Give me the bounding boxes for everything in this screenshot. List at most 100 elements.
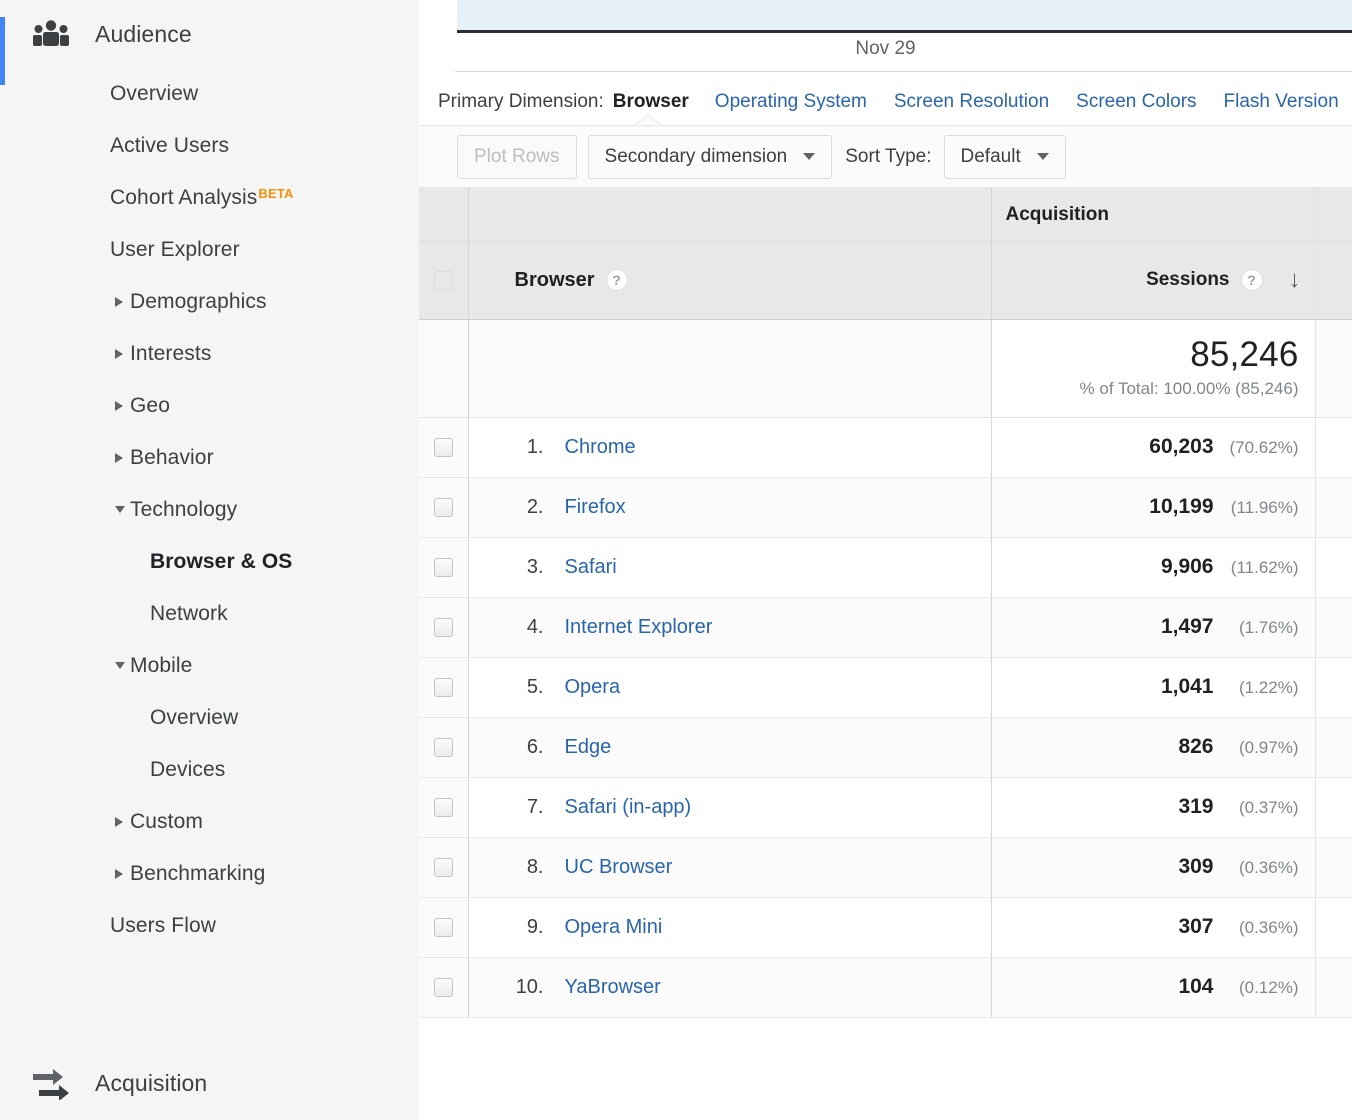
caret-right-icon[interactable] — [113, 295, 127, 309]
row-select-checkbox[interactable] — [434, 678, 453, 697]
sessions-value: 307 — [1178, 915, 1213, 939]
sidebar-section-acquisition[interactable]: Acquisition — [0, 1049, 207, 1117]
browser-name-link[interactable]: Chrome — [565, 436, 636, 459]
sort-descending-arrow-icon[interactable]: ↓ — [1289, 268, 1301, 292]
browser-name-link[interactable]: Safari — [565, 556, 617, 579]
sidebar-section-label: Audience — [95, 21, 192, 48]
chart-x-axis-tick-label: Nov 29 — [419, 38, 1352, 60]
row-select-cell[interactable] — [419, 597, 468, 657]
row-extra-cell — [1315, 477, 1352, 537]
browser-name-link[interactable]: Internet Explorer — [565, 616, 713, 639]
plot-rows-button[interactable]: Plot Rows — [457, 135, 577, 179]
sidebar-item-label: Devices — [150, 758, 225, 782]
caret-right-icon[interactable] — [113, 867, 127, 881]
sessions-column-header[interactable]: Sessions ? ↓ — [991, 241, 1315, 319]
browser-column-header[interactable]: Browser ? — [468, 241, 991, 319]
row-select-checkbox[interactable] — [434, 738, 453, 757]
primary-dimension-link-screen-colors[interactable]: Screen Colors — [1076, 91, 1196, 113]
sidebar-item-users-flow[interactable]: Users Flow — [0, 900, 419, 952]
row-extra-cell — [1315, 897, 1352, 957]
primary-dimension-link-screen-resolution[interactable]: Screen Resolution — [894, 91, 1049, 113]
help-icon[interactable]: ? — [1241, 269, 1263, 291]
sort-type-dropdown[interactable]: Default — [944, 135, 1066, 179]
browser-name-cell: 4.Internet Explorer — [468, 597, 991, 657]
primary-dimension-link-flash-version[interactable]: Flash Version — [1224, 91, 1339, 113]
sidebar-section-audience[interactable]: Audience — [0, 0, 419, 68]
sidebar-item-behavior[interactable]: Behavior — [0, 432, 419, 484]
row-select-checkbox[interactable] — [434, 858, 453, 877]
browser-column-label: Browser — [515, 269, 595, 292]
browser-name-cell: 5.Opera — [468, 657, 991, 717]
caret-right-icon[interactable] — [113, 815, 127, 829]
caret-down-icon[interactable] — [113, 503, 127, 517]
sidebar-item-custom[interactable]: Custom — [0, 796, 419, 848]
row-extra-cell — [1315, 777, 1352, 837]
browser-name-link[interactable]: YaBrowser — [565, 976, 661, 999]
select-all-cell[interactable] — [419, 241, 468, 319]
sessions-value: 104 — [1178, 975, 1213, 999]
row-select-cell[interactable] — [419, 477, 468, 537]
chevron-down-icon — [803, 153, 815, 160]
sidebar-item-mobile[interactable]: Mobile — [0, 640, 419, 692]
row-select-checkbox[interactable] — [434, 498, 453, 517]
browser-name-cell: 6.Edge — [468, 717, 991, 777]
row-select-checkbox[interactable] — [434, 978, 453, 997]
row-extra-cell — [1315, 417, 1352, 477]
select-all-checkbox[interactable] — [434, 271, 453, 290]
sidebar-item-geo[interactable]: Geo — [0, 380, 419, 432]
caret-right-icon[interactable] — [113, 347, 127, 361]
sidebar-item-interests[interactable]: Interests — [0, 328, 419, 380]
row-select-cell[interactable] — [419, 957, 468, 1017]
sidebar-item-browser-os[interactable]: Browser & OS — [0, 536, 419, 588]
browser-name-link[interactable]: Opera — [565, 676, 621, 699]
row-select-cell[interactable] — [419, 897, 468, 957]
row-select-cell[interactable] — [419, 777, 468, 837]
secondary-dimension-dropdown[interactable]: Secondary dimension — [588, 135, 833, 179]
sidebar-item-cohort-analysis[interactable]: Cohort AnalysisBETA — [0, 172, 419, 224]
sidebar-item-label: Overview — [150, 706, 238, 730]
row-select-cell[interactable] — [419, 417, 468, 477]
row-index: 3. — [498, 556, 544, 579]
row-select-checkbox[interactable] — [434, 918, 453, 937]
header-spacer-extra — [1315, 241, 1352, 319]
browser-name-link[interactable]: UC Browser — [565, 856, 673, 879]
row-select-cell[interactable] — [419, 837, 468, 897]
row-index: 1. — [498, 436, 544, 459]
sidebar-item-overview[interactable]: Overview — [0, 68, 419, 120]
totals-sessions-percent-of-total: % of Total: 100.00% (85,246) — [992, 379, 1299, 399]
browser-name-link[interactable]: Firefox — [565, 496, 626, 519]
primary-dimension-link-operating-system[interactable]: Operating System — [715, 91, 867, 113]
sidebar-item-user-explorer[interactable]: User Explorer — [0, 224, 419, 276]
table-row: 10.YaBrowser104(0.12%) — [419, 957, 1352, 1017]
sidebar-item-active-users[interactable]: Active Users — [0, 120, 419, 172]
row-select-checkbox[interactable] — [434, 558, 453, 577]
row-select-cell[interactable] — [419, 537, 468, 597]
sessions-percent: (1.76%) — [1225, 618, 1299, 638]
sidebar-item-demographics[interactable]: Demographics — [0, 276, 419, 328]
browser-name-link[interactable]: Safari (in-app) — [565, 796, 692, 819]
row-select-checkbox[interactable] — [434, 798, 453, 817]
sidebar-item-label: Active Users — [110, 134, 229, 158]
row-select-checkbox[interactable] — [434, 618, 453, 637]
table-body: 1.Chrome60,203(70.62%)2.Firefox10,199(11… — [419, 417, 1352, 1017]
primary-dimension-active-browser[interactable]: Browser — [613, 91, 689, 113]
browser-name-link[interactable]: Opera Mini — [565, 916, 663, 939]
sidebar-item-devices[interactable]: Devices — [0, 744, 419, 796]
caret-down-icon[interactable] — [113, 659, 127, 673]
row-select-cell[interactable] — [419, 717, 468, 777]
sidebar-section-label: Acquisition — [95, 1070, 207, 1097]
sessions-percent: (0.37%) — [1225, 798, 1299, 818]
sidebar-item-network[interactable]: Network — [0, 588, 419, 640]
sidebar-item-benchmarking[interactable]: Benchmarking — [0, 848, 419, 900]
caret-right-icon[interactable] — [113, 399, 127, 413]
row-select-checkbox[interactable] — [434, 438, 453, 457]
browser-name-link[interactable]: Edge — [565, 736, 612, 759]
help-icon[interactable]: ? — [606, 269, 628, 291]
sidebar-item-label: Cohort Analysis — [110, 186, 257, 210]
sidebar-item-technology[interactable]: Technology — [0, 484, 419, 536]
sort-type-value: Default — [961, 146, 1021, 168]
row-select-cell[interactable] — [419, 657, 468, 717]
primary-dimension-bar: Primary Dimension: Browser Operating Sys… — [419, 78, 1352, 125]
sidebar-item-overview[interactable]: Overview — [0, 692, 419, 744]
caret-right-icon[interactable] — [113, 451, 127, 465]
